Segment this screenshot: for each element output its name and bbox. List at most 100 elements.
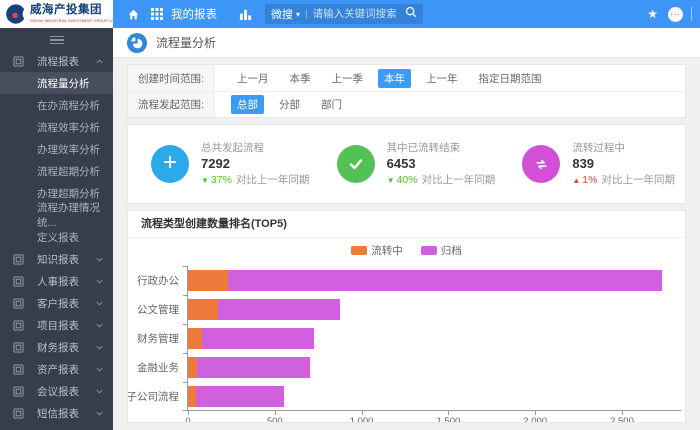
filter-panel: 创建时间范围:上一月本季上一季本年上一年指定日期范围流程发起范围:总部分部部门	[127, 64, 686, 118]
sidebar-item-知识报表[interactable]: 知识报表	[0, 248, 113, 270]
home-icon[interactable]	[123, 4, 143, 24]
x-axis-label: 0	[185, 416, 190, 423]
sidebar-item-流程量分析[interactable]: 流程量分析	[0, 72, 113, 94]
stat-percent: 37%	[211, 174, 232, 186]
bar-segment-流转中[interactable]	[188, 270, 228, 291]
sidebar-item-人事报表[interactable]: 人事报表	[0, 270, 113, 292]
stat-change: ▼37% 对比上一年同期	[201, 173, 309, 187]
bar-row-行政办公	[188, 266, 681, 295]
search-box: 微搜 ▾ |	[265, 4, 423, 24]
filter-option-部门[interactable]: 部门	[315, 95, 348, 114]
chevron-down-icon	[96, 300, 103, 307]
sidebar-item-流程超期分析[interactable]: 流程超期分析	[0, 160, 113, 182]
favorite-star-icon[interactable]: ★	[647, 7, 658, 21]
bar-chart-icon[interactable]	[235, 4, 255, 24]
category-label: 子公司流程	[128, 382, 187, 411]
y-axis-tick	[183, 353, 187, 354]
bar-segment-归档[interactable]	[202, 328, 314, 349]
filter-option-总部[interactable]: 总部	[231, 95, 264, 114]
filter-row: 流程发起范围: 总部分部部门	[128, 91, 685, 117]
chevron-down-icon[interactable]: ▾	[296, 10, 300, 19]
search-input[interactable]	[313, 8, 405, 20]
stat-info: 流转过程中839▲1%对比上一年同期	[572, 141, 675, 187]
filter-label: 创建时间范围:	[128, 65, 215, 91]
bar-row-财务管理	[188, 324, 681, 353]
sidebar-item-财务报表[interactable]: 财务报表	[0, 336, 113, 358]
sidebar-item-项目报表[interactable]: 项目报表	[0, 314, 113, 336]
bar-segment-归档[interactable]	[228, 270, 662, 291]
chevron-down-icon	[96, 344, 103, 351]
filter-option-本季[interactable]: 本季	[284, 69, 317, 88]
stat-percent: 1%	[582, 174, 597, 186]
sidebar-item-会议报表[interactable]: 会议报表	[0, 380, 113, 402]
search-icon[interactable]	[405, 5, 417, 23]
sidebar-item-资产报表[interactable]: 资产报表	[0, 358, 113, 380]
sidebar-item-label: 流程超期分析	[37, 164, 100, 179]
sidebar-item-流程办理情况统[interactable]: 流程办理情况统...	[0, 204, 113, 226]
sidebar-item-在办流程分析[interactable]: 在办流程分析	[0, 94, 113, 116]
x-axis-tick	[275, 411, 276, 415]
top-bar: 威海产投集团 WEIHAI INDUSTRIAL INVESTMENT GROU…	[0, 0, 700, 28]
check-icon	[337, 145, 375, 183]
chart-panel: 流程类型创建数量排名(TOP5) 流转中归档 行政办公公文管理财务管理金融业务子…	[127, 210, 686, 423]
stat-compare-label: 对比上一年同期	[236, 174, 310, 186]
page-header: 流程量分析	[113, 28, 700, 58]
bar-segment-归档[interactable]	[197, 357, 311, 378]
filter-option-分部[interactable]: 分部	[273, 95, 306, 114]
wesearch-dropdown[interactable]: 微搜	[271, 6, 293, 22]
x-axis-tick	[448, 411, 449, 415]
bar-row-子公司流程	[188, 382, 681, 411]
sidebar-item-流程效率分析[interactable]: 流程效率分析	[0, 116, 113, 138]
bar-segment-流转中[interactable]	[188, 299, 218, 320]
my-reports-tab[interactable]: 我的报表	[171, 6, 217, 22]
stat-title: 其中已流转结束	[387, 141, 495, 155]
report-folder-icon	[13, 320, 24, 331]
filter-options: 上一月本季上一季本年上一年指定日期范围	[215, 65, 557, 91]
report-folder-icon	[13, 364, 24, 375]
chevron-down-icon	[96, 410, 103, 417]
sidebar-item-短信报表[interactable]: 短信报表	[0, 402, 113, 424]
legend-swatch	[351, 246, 367, 255]
stat-card: 流转过程中839▲1%对比上一年同期	[499, 125, 685, 203]
y-axis-tick	[183, 410, 187, 411]
sidebar-item-定义报表[interactable]: 定义报表	[0, 226, 113, 248]
bar-segment-流转中[interactable]	[188, 357, 197, 378]
legend-item-流转中[interactable]: 流转中	[351, 243, 403, 258]
x-axis-label: 1,500	[436, 416, 460, 423]
sidebar-item-客户报表[interactable]: 客户报表	[0, 292, 113, 314]
bar-row-金融业务	[188, 353, 681, 382]
bar-segment-流转中[interactable]	[188, 386, 196, 407]
sidebar-item-办理效率分析[interactable]: 办理效率分析	[0, 138, 113, 160]
filter-option-指定日期范围[interactable]: 指定日期范围	[473, 69, 548, 88]
chevron-down-icon	[96, 278, 103, 285]
filter-option-上一季[interactable]: 上一季	[326, 69, 370, 88]
bar-segment-流转中[interactable]	[188, 328, 202, 349]
stat-value: 7292	[201, 155, 309, 173]
filter-option-本年[interactable]: 本年	[378, 69, 411, 88]
sidebar-item-label: 资产报表	[37, 362, 79, 377]
sidebar-collapse-button[interactable]	[0, 30, 113, 50]
sidebar-item-流程报表[interactable]: 流程报表	[0, 50, 113, 72]
y-axis-tick	[183, 324, 187, 325]
sidebar-item-label: 办理超期分析	[37, 186, 100, 201]
chart-title: 流程类型创建数量排名(TOP5)	[128, 211, 685, 238]
stat-info: 总共发起流程7292▼37%对比上一年同期	[201, 141, 309, 187]
filter-option-上一年[interactable]: 上一年	[420, 69, 464, 88]
more-options-icon[interactable]: ...	[668, 7, 683, 22]
y-axis-tick	[183, 266, 187, 267]
filter-label: 流程发起范围:	[128, 92, 215, 117]
main-content: 创建时间范围:上一月本季上一季本年上一年指定日期范围流程发起范围:总部分部部门 …	[113, 58, 700, 430]
filter-option-上一月[interactable]: 上一月	[231, 69, 275, 88]
x-axis-tick	[622, 411, 623, 415]
legend-item-归档[interactable]: 归档	[421, 243, 462, 258]
plus-icon: +	[151, 145, 189, 183]
sidebar-item-label: 客户报表	[37, 296, 79, 311]
sidebar-item-label: 人事报表	[37, 274, 79, 289]
trend-down-icon: ▼	[201, 176, 209, 185]
sidebar-item-label: 流程报表	[37, 54, 79, 69]
bar-segment-归档[interactable]	[196, 386, 285, 407]
bar-segment-归档[interactable]	[218, 299, 340, 320]
apps-grid-icon[interactable]	[147, 4, 167, 24]
x-axis-tick	[362, 411, 363, 415]
stat-value: 839	[572, 155, 675, 173]
